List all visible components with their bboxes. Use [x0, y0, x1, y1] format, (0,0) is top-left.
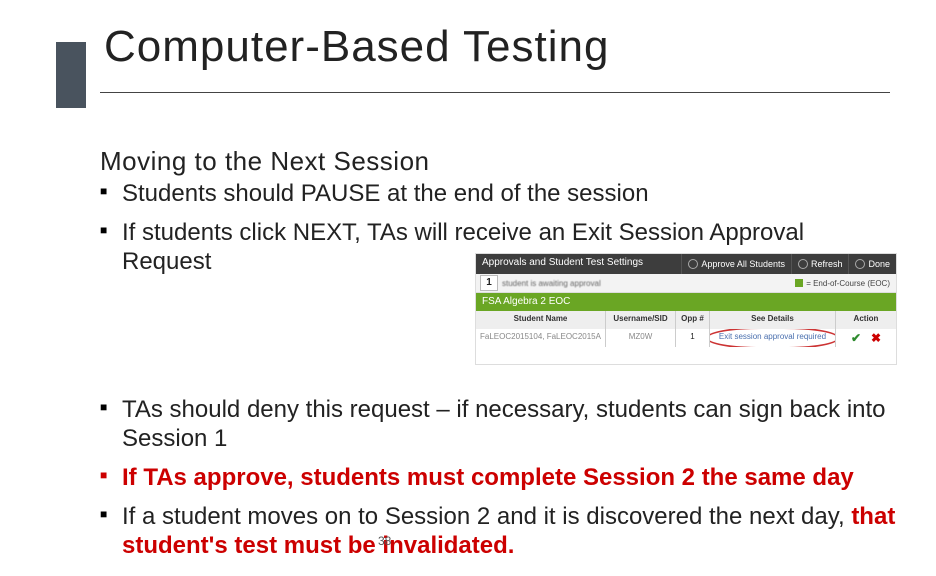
approve-icon[interactable]: ✔ — [851, 331, 861, 345]
cell-username: MZ0W — [606, 329, 676, 347]
awaiting-text: student is awaiting approval — [502, 279, 795, 288]
cell-student-name: FaLEOC2015104, FaLEOC2015A — [476, 329, 606, 347]
legend: = End-of-Course (EOC) — [795, 279, 896, 288]
cell-opp: 1 — [676, 329, 710, 347]
bullet-3: TAs should deny this request – if necess… — [100, 396, 900, 454]
legend-swatch-icon — [795, 279, 803, 287]
approve-all-button[interactable]: Approve All Students — [681, 254, 791, 274]
panel-status-row: 1 student is awaiting approval = End-of-… — [476, 274, 896, 293]
cell-details-text: Exit session approval required — [719, 332, 826, 341]
cell-details[interactable]: Exit session approval required — [710, 329, 836, 347]
approve-all-label: Approve All Students — [701, 259, 785, 269]
col-opp: Opp # — [676, 311, 710, 329]
bullet-list: Students should PAUSE at the end of the … — [100, 180, 900, 570]
panel-header: Approvals and Student Test Settings Appr… — [476, 254, 896, 274]
panel-columns: Student Name Username/SID Opp # See Deta… — [476, 311, 896, 329]
slide: Computer-Based Testing Moving to the Nex… — [0, 0, 936, 576]
close-circle-icon — [855, 259, 865, 269]
refresh-icon — [798, 259, 808, 269]
check-circle-icon — [688, 259, 698, 269]
page-title: Computer-Based Testing — [104, 22, 609, 72]
pending-count: 1 — [480, 275, 498, 291]
bullet-1-text: Students should PAUSE at the end of the … — [122, 180, 649, 207]
col-details: See Details — [710, 311, 836, 329]
bullet-5: If a student moves on to Session 2 and i… — [100, 503, 900, 561]
approval-panel: Approvals and Student Test Settings Appr… — [476, 254, 896, 364]
cell-action: ✔ ✖ — [836, 329, 896, 347]
refresh-button[interactable]: Refresh — [791, 254, 849, 274]
col-student-name: Student Name — [476, 311, 606, 329]
deny-icon[interactable]: ✖ — [871, 331, 881, 345]
legend-text: = End-of-Course (EOC) — [806, 279, 890, 288]
accent-block — [56, 42, 86, 108]
title-rule — [100, 92, 890, 93]
panel-title: Approvals and Student Test Settings — [476, 254, 681, 274]
bullet-1: Students should PAUSE at the end of the … — [100, 180, 900, 209]
col-username: Username/SID — [606, 311, 676, 329]
bullet-4: If TAs approve, students must complete S… — [100, 464, 900, 493]
done-button[interactable]: Done — [848, 254, 896, 274]
page-number: 38 — [378, 534, 391, 548]
bullet-3-text: TAs should deny this request – if necess… — [122, 396, 886, 452]
bullet-5-text-a: If a student moves on to Session 2 and i… — [122, 503, 851, 530]
section-subtitle: Moving to the Next Session — [100, 146, 430, 177]
col-action: Action — [836, 311, 896, 329]
table-row: FaLEOC2015104, FaLEOC2015A MZ0W 1 Exit s… — [476, 329, 896, 347]
refresh-label: Refresh — [811, 259, 843, 269]
panel-test-title: FSA Algebra 2 EOC — [476, 293, 896, 311]
bullet-4-text: If TAs approve, students must complete S… — [122, 464, 854, 491]
done-label: Done — [868, 259, 890, 269]
